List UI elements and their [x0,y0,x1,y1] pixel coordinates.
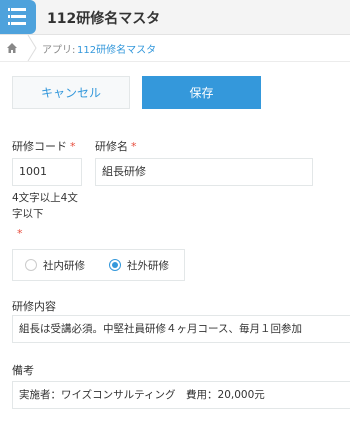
app-title: 112研修名マスタ [47,11,161,27]
radio-external[interactable] [109,259,121,271]
remarks-label: 備考 [12,364,34,377]
radio-external-label[interactable]: 社外研修 [127,258,169,273]
breadcrumb-prefix: アプリ: [42,45,76,56]
breadcrumb: アプリ: 112研修名マスタ [0,35,350,62]
required-mark: * [131,140,137,153]
training-content-label: 研修内容 [12,300,56,313]
training-name-label: 研修名 * [95,140,137,153]
required-mark: * [70,140,76,153]
training-code-field[interactable]: 1001 [12,158,82,186]
breadcrumb-app-link[interactable]: 112研修名マスタ [77,41,156,56]
training-name-field[interactable]: 組長研修 [95,158,313,186]
training-content-field[interactable]: 組長は受講必須。中堅社員研修４ヶ月コース、毎月１回参加 [12,315,350,343]
training-code-hint: 4文字以上4文字以下 [12,192,78,220]
training-code-label: 研修コード * [12,140,76,153]
radio-internal[interactable] [25,259,37,271]
home-icon[interactable] [6,42,18,54]
chevron-right-icon [27,35,37,61]
list-icon[interactable] [0,0,36,34]
training-type-radio-group: 社内研修 社外研修 [12,249,185,281]
training-type-required-mark: * [17,227,23,240]
app-header: 112研修名マスタ [0,0,350,35]
cancel-button[interactable]: キャンセル [12,76,130,109]
save-button[interactable]: 保存 [142,76,261,109]
radio-internal-label[interactable]: 社内研修 [43,258,85,273]
remarks-field[interactable]: 実施者：ワイズコンサルティング 費用：20,000元 [12,381,350,409]
